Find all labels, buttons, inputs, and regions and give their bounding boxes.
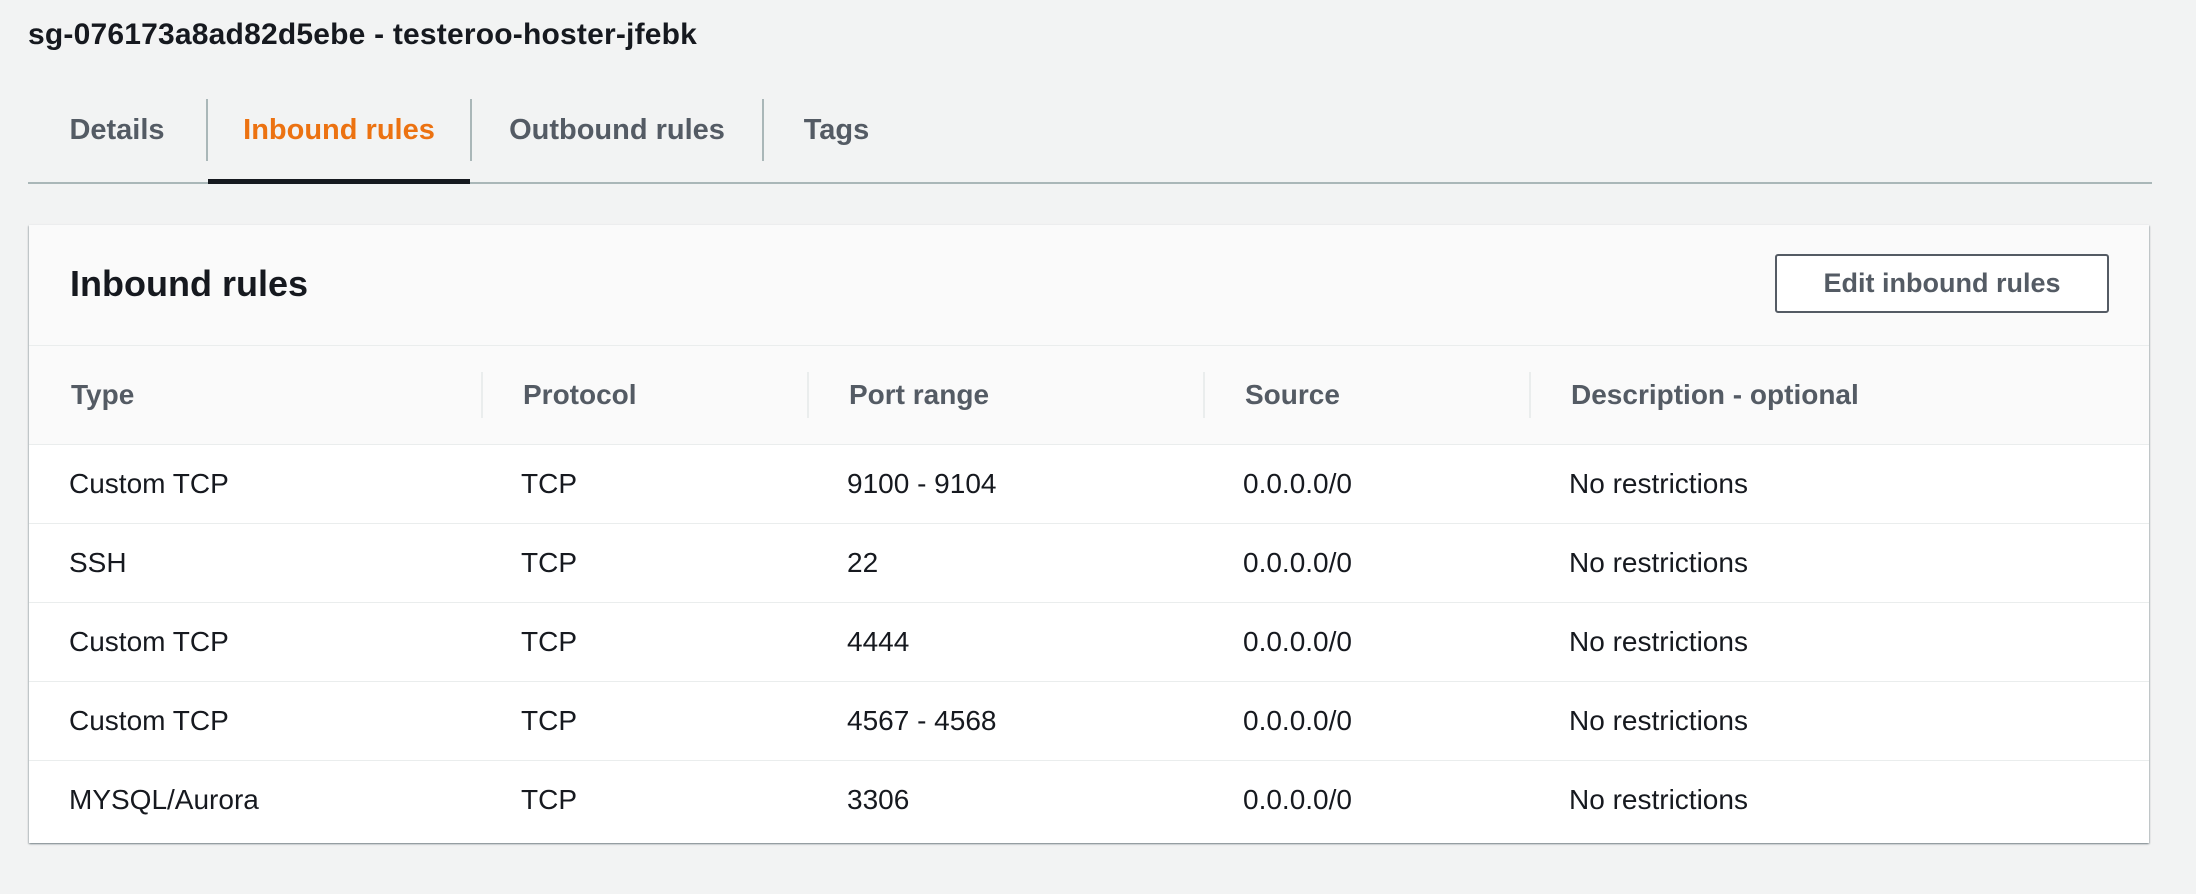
cell-description: No restrictions: [1529, 681, 2149, 761]
column-divider[interactable]: [1529, 372, 1531, 418]
cell-description: No restrictions: [1529, 523, 2149, 603]
tab-details[interactable]: Details: [28, 88, 206, 182]
column-divider[interactable]: [807, 372, 809, 418]
panel-header: Inbound rules Edit inbound rules: [29, 225, 2149, 346]
cell-port-range: 22: [807, 523, 1203, 603]
cell-type: Custom TCP: [29, 681, 481, 761]
column-header-description[interactable]: Description - optional: [1529, 346, 2149, 445]
tab-outbound-rules[interactable]: Outbound rules: [472, 88, 762, 182]
inbound-rules-panel: Inbound rules Edit inbound rules Type Pr…: [29, 225, 2149, 843]
table-header-row: Type Protocol Port range Source Descript…: [29, 346, 2149, 445]
cell-port-range: 4567 - 4568: [807, 681, 1203, 761]
table-row: Custom TCP TCP 4444 0.0.0.0/0 No restric…: [29, 602, 2149, 682]
page-title: sg-076173a8ad82d5ebe - testeroo-hoster-j…: [28, 18, 698, 51]
column-header-port-range[interactable]: Port range: [807, 346, 1203, 445]
table-row: Custom TCP TCP 9100 - 9104 0.0.0.0/0 No …: [29, 444, 2149, 524]
panel-title: Inbound rules: [70, 263, 308, 304]
cell-port-range: 4444: [807, 602, 1203, 682]
column-label: Description - optional: [1571, 378, 1859, 410]
cell-protocol: TCP: [481, 523, 807, 603]
table-row: SSH TCP 22 0.0.0.0/0 No restrictions: [29, 523, 2149, 603]
column-divider[interactable]: [481, 372, 483, 418]
column-header-source[interactable]: Source: [1203, 346, 1529, 445]
column-label: Protocol: [523, 378, 637, 410]
cell-source: 0.0.0.0/0: [1203, 444, 1529, 524]
column-label: Source: [1245, 378, 1340, 410]
cell-protocol: TCP: [481, 444, 807, 524]
cell-description: No restrictions: [1529, 602, 2149, 682]
column-header-type[interactable]: Type: [29, 346, 481, 445]
table-row: MYSQL/Aurora TCP 3306 0.0.0.0/0 No restr…: [29, 760, 2149, 839]
column-header-protocol[interactable]: Protocol: [481, 346, 807, 445]
cell-source: 0.0.0.0/0: [1243, 783, 1352, 815]
inbound-rules-table: Type Protocol Port range Source Descript…: [29, 346, 2149, 839]
cell-type: SSH: [29, 523, 481, 603]
cell-source: 0.0.0.0/0: [1203, 602, 1529, 682]
column-label: Type: [71, 378, 135, 410]
column-label: Port range: [849, 378, 990, 410]
cell-description: No restrictions: [1529, 444, 2149, 524]
cell-protocol: TCP: [481, 602, 807, 682]
tab-bar: Details Inbound rules Outbound rules Tag…: [28, 88, 2152, 184]
cell-type: Custom TCP: [29, 444, 481, 524]
cell-port-range: 9100 - 9104: [807, 444, 1203, 524]
cell-source: 0.0.0.0/0: [1203, 681, 1529, 761]
cell-port-range: 3306: [847, 783, 910, 815]
tab-inbound-rules[interactable]: Inbound rules: [208, 88, 470, 184]
cell-type: MYSQL/Aurora: [69, 783, 259, 815]
cell-source: 0.0.0.0/0: [1203, 523, 1529, 603]
cell-description: No restrictions: [1569, 783, 1748, 815]
table-row: Custom TCP TCP 4567 - 4568 0.0.0.0/0 No …: [29, 681, 2149, 761]
cell-protocol: TCP: [481, 681, 807, 761]
column-divider[interactable]: [1203, 372, 1205, 418]
cell-type: Custom TCP: [29, 602, 481, 682]
edit-inbound-rules-button[interactable]: Edit inbound rules: [1775, 254, 2109, 313]
cell-protocol: TCP: [521, 783, 577, 815]
tab-tags[interactable]: Tags: [764, 88, 909, 182]
